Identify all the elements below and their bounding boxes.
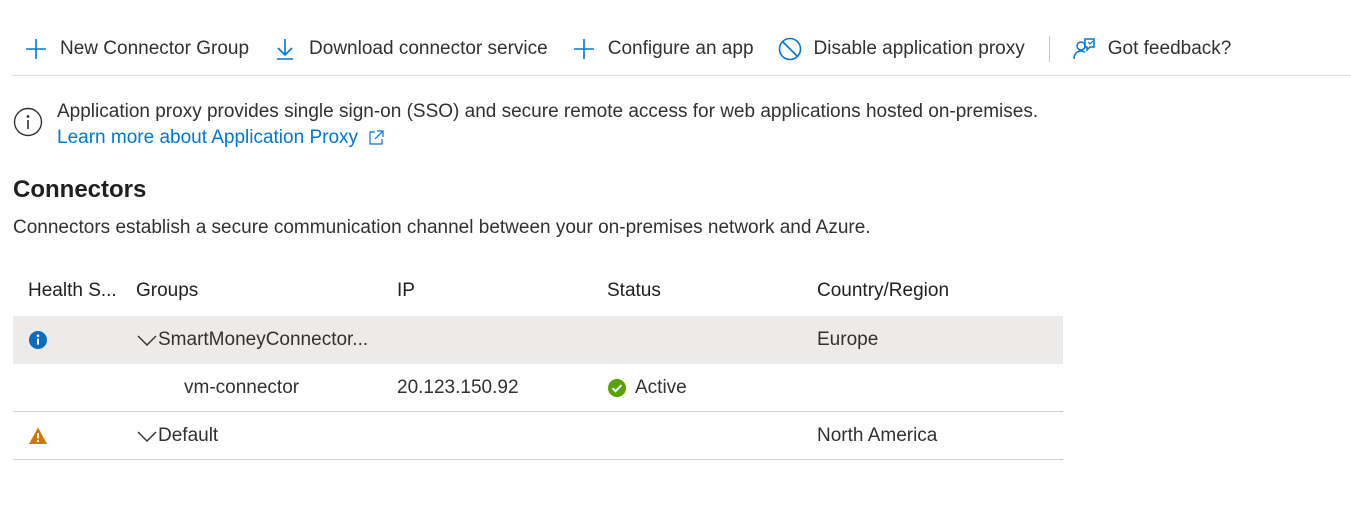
connector-name: vm-connector xyxy=(184,376,300,398)
section-title: Connectors xyxy=(13,176,147,203)
country-cell: North America xyxy=(817,424,938,446)
table-row[interactable]: vm-connector 20.123.150.92 Active xyxy=(13,364,1063,412)
column-header-status[interactable]: Status xyxy=(607,266,817,316)
table-row[interactable]: Default North America xyxy=(13,412,1063,460)
command-bar: New Connector Group Download connector s… xyxy=(12,24,1351,76)
configure-app-button[interactable]: Configure an app xyxy=(560,24,766,74)
column-header-country[interactable]: Country/Region xyxy=(817,266,1063,316)
warning-icon xyxy=(29,427,47,444)
download-connector-label: Download connector service xyxy=(309,38,548,59)
ip-cell: 20.123.150.92 xyxy=(397,376,519,398)
new-connector-group-button[interactable]: New Connector Group xyxy=(12,24,261,74)
learn-more-link[interactable]: Learn more about Application Proxy xyxy=(57,125,384,151)
connectors-table: Health S... Groups IP Status Country/Reg… xyxy=(13,266,1063,460)
status-cell xyxy=(607,316,817,364)
plus-icon xyxy=(26,39,46,59)
country-cell xyxy=(817,364,1063,411)
download-connector-button[interactable]: Download connector service xyxy=(261,24,560,74)
chevron-down-icon[interactable] xyxy=(136,425,158,447)
info-icon xyxy=(29,331,47,349)
table-row[interactable]: SmartMoneyConnector... Europe xyxy=(13,316,1063,364)
column-header-groups[interactable]: Groups xyxy=(136,266,398,316)
info-banner: Application proxy provides single sign-o… xyxy=(13,99,1038,151)
configure-app-label: Configure an app xyxy=(607,38,754,59)
plus-icon xyxy=(573,39,594,59)
chevron-down-icon[interactable] xyxy=(136,329,158,351)
disable-proxy-label: Disable application proxy xyxy=(813,38,1025,59)
ip-cell xyxy=(397,412,607,459)
disabled-icon xyxy=(778,37,801,61)
table-header: Health S... Groups IP Status Country/Reg… xyxy=(13,266,1063,316)
status-label: Active xyxy=(635,376,687,398)
group-name: Default xyxy=(158,424,219,446)
feedback-label: Got feedback? xyxy=(1107,38,1232,59)
download-icon xyxy=(277,39,294,60)
info-message: Application proxy provides single sign-o… xyxy=(57,101,1039,122)
country-cell: Europe xyxy=(817,329,879,350)
status-cell xyxy=(607,412,817,459)
feedback-button[interactable]: Got feedback? xyxy=(1060,24,1244,74)
toolbar-divider xyxy=(1048,36,1050,62)
check-circle-icon xyxy=(608,378,626,397)
ip-cell xyxy=(397,316,607,364)
feedback-icon xyxy=(1073,38,1095,60)
new-connector-group-label: New Connector Group xyxy=(60,38,250,59)
info-outline-icon xyxy=(13,107,43,137)
disable-proxy-button[interactable]: Disable application proxy xyxy=(766,24,1037,74)
external-link-icon xyxy=(369,130,384,145)
learn-more-label: Learn more about Application Proxy xyxy=(57,127,359,148)
column-header-health[interactable]: Health S... xyxy=(28,266,135,316)
column-header-ip[interactable]: IP xyxy=(397,266,607,316)
section-description: Connectors establish a secure communicat… xyxy=(13,217,871,238)
group-name: SmartMoneyConnector... xyxy=(158,329,369,350)
